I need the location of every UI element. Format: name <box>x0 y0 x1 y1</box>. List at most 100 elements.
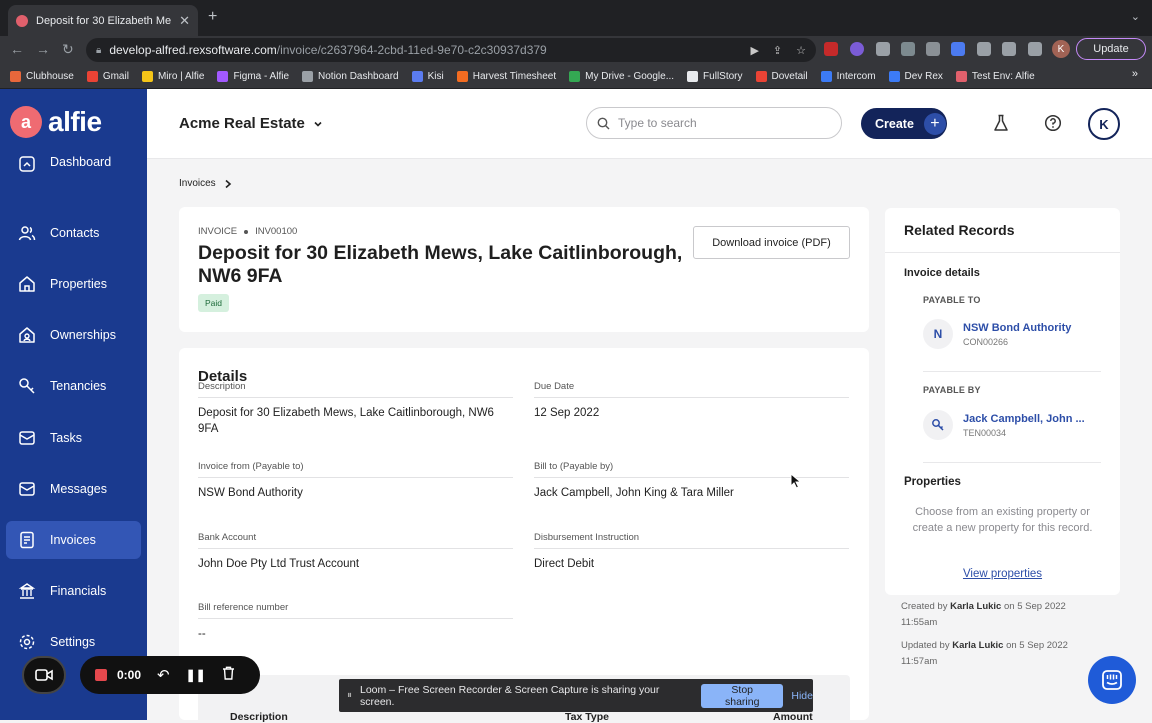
bookmark-item[interactable]: Dev Rex <box>888 70 943 82</box>
updated-by-text: Updated by Karla Lukic on 5 Sep 2022 11:… <box>901 640 1068 667</box>
extension-colorful-icon[interactable] <box>850 42 864 56</box>
sidebar-item-properties[interactable]: Properties <box>6 265 141 303</box>
search-input[interactable] <box>618 116 818 130</box>
sidebar-item-messages[interactable]: Messages <box>6 470 141 508</box>
bookmark-label: Clubhouse <box>26 70 74 82</box>
related-records-card: Related Records Invoice details PAYABLE … <box>885 208 1120 595</box>
bookmark-item[interactable]: Gmail <box>86 70 129 82</box>
screen-share-banner: ⏸︎ Loom – Free Screen Recorder & Screen … <box>339 679 813 712</box>
sidebar-item-dashboard[interactable]: Dashboard <box>6 143 141 181</box>
bookmark-favicon-icon <box>302 70 314 82</box>
payable-to-name[interactable]: NSW Bond Authority <box>963 322 1071 334</box>
bookmark-item[interactable]: FullStory <box>687 70 743 82</box>
new-tab-icon[interactable]: + <box>208 8 217 26</box>
sidebar-item-invoices[interactable]: Invoices <box>6 521 141 559</box>
view-properties-link[interactable]: View properties <box>885 568 1120 580</box>
extension-camera-icon[interactable] <box>876 42 890 56</box>
bookmark-favicon-icon <box>86 70 98 82</box>
camera-icon[interactable]: ▶ <box>750 44 758 57</box>
field-description: Description Deposit for 30 Elizabeth Mew… <box>198 381 513 437</box>
mouse-cursor-icon <box>790 473 802 489</box>
chevron-down-icon <box>314 121 322 127</box>
messages-icon <box>18 480 36 498</box>
sidebar-item-label: Tasks <box>50 431 82 445</box>
stop-sharing-button[interactable]: Stop sharing <box>701 683 784 708</box>
side-panel-icon[interactable] <box>1028 42 1042 56</box>
back-icon[interactable]: ← <box>10 41 24 57</box>
payable-by-record[interactable]: Jack Campbell, John ... TEN00034 <box>923 410 1085 440</box>
bookmark-item[interactable]: My Drive - Google... <box>569 70 675 82</box>
update-button[interactable]: Update <box>1076 38 1146 60</box>
bookmark-star-icon[interactable]: ☆ <box>796 44 806 57</box>
bookmark-favicon-icon <box>411 70 423 82</box>
bookmark-label: Kisi <box>427 70 444 82</box>
related-records-heading: Related Records <box>904 222 1015 238</box>
loom-camera-toggle[interactable] <box>22 656 66 694</box>
plus-icon: + <box>923 112 946 135</box>
download-invoice-button[interactable]: Download invoice (PDF) <box>693 226 850 259</box>
bookmark-item[interactable]: Miro | Alfie <box>141 70 204 82</box>
extensions-icon[interactable] <box>977 42 991 56</box>
trash-icon[interactable] <box>222 666 235 685</box>
bookmark-item[interactable]: Dovetail <box>755 70 808 82</box>
chat-icon <box>1102 670 1122 690</box>
browser-profile-avatar[interactable]: K <box>1052 40 1070 58</box>
stop-recording-icon[interactable] <box>95 669 107 681</box>
extension-badge-icon[interactable] <box>824 42 838 56</box>
field-label: Bill reference number <box>198 602 289 613</box>
breadcrumb-invoices[interactable]: Invoices <box>179 178 216 189</box>
logo-text: alfie <box>48 106 102 137</box>
undo-icon[interactable]: ↶ <box>157 666 170 684</box>
share-icon[interactable]: ⇪ <box>773 44 782 57</box>
payable-by-name[interactable]: Jack Campbell, John ... <box>963 413 1085 425</box>
url-path: /invoice/c2637964-2cbd-11ed-9e70-c2c3093… <box>276 43 547 57</box>
sidebar-item-contacts[interactable]: Contacts <box>6 214 141 252</box>
tasks-icon <box>18 429 36 447</box>
reading-list-icon[interactable] <box>1002 42 1016 56</box>
video-camera-icon <box>35 669 53 681</box>
bookmark-label: Intercom <box>836 70 876 82</box>
field-label: Bill to (Payable by) <box>534 461 614 472</box>
payable-to-record[interactable]: N NSW Bond Authority CON00266 <box>923 319 1071 349</box>
share-notice: Loom – Free Screen Recorder & Screen Cap… <box>360 683 660 708</box>
forward-icon[interactable]: → <box>36 41 50 57</box>
bookmark-item[interactable]: Figma - Alfie <box>217 70 289 82</box>
settings-icon <box>18 633 36 651</box>
agency-switcher[interactable]: Acme Real Estate <box>179 115 323 132</box>
sidebar-item-tenancies[interactable]: Tenancies <box>6 367 141 405</box>
user-avatar[interactable]: K <box>1088 108 1120 140</box>
sidebar-item-ownerships[interactable]: Ownerships <box>6 316 141 354</box>
bookmark-favicon-icon <box>955 70 967 82</box>
extension-copy-icon[interactable] <box>926 42 940 56</box>
browser-tab[interactable]: Deposit for 30 Elizabeth Mews, ✕ <box>8 5 198 36</box>
extension-zoom-icon[interactable] <box>951 42 965 56</box>
hide-banner-link[interactable]: Hide <box>791 690 813 702</box>
close-tab-icon[interactable]: ✕ <box>179 13 190 29</box>
sidebar-item-label: Settings <box>50 635 96 649</box>
bookmark-item[interactable]: Kisi <box>411 70 444 82</box>
address-bar[interactable]: 🔒︎ develop-alfred.rexsoftware.com/invoic… <box>86 38 816 62</box>
alfie-logo[interactable]: a alfie <box>10 106 102 138</box>
help-icon[interactable] <box>1043 113 1063 133</box>
app-header: Acme Real Estate Create + K <box>147 89 1152 159</box>
bookmark-item[interactable]: Notion Dashboard <box>302 70 399 82</box>
properties-empty-text: Choose from an existing property or crea… <box>912 506 1093 534</box>
bookmark-item[interactable]: Clubhouse <box>10 70 74 82</box>
reload-icon[interactable]: ↻ <box>62 41 74 58</box>
extension-puzzle-icon[interactable] <box>901 42 915 56</box>
sidebar-item-tasks[interactable]: Tasks <box>6 419 141 457</box>
sidebar-item-financials[interactable]: Financials <box>6 572 141 610</box>
bookmark-item[interactable]: Intercom <box>820 70 876 82</box>
tab-search-chevron-icon[interactable]: ⌄ <box>1131 10 1140 23</box>
pause-icon[interactable]: ❚❚ <box>186 668 206 682</box>
create-button[interactable]: Create + <box>861 108 947 139</box>
intercom-chat-button[interactable] <box>1088 656 1136 704</box>
bookmark-label: My Drive - Google... <box>585 70 675 82</box>
bookmark-favicon-icon <box>888 70 900 82</box>
bookmark-item[interactable]: Test Env: Alfie <box>955 70 1035 82</box>
search-box[interactable] <box>586 107 842 139</box>
bookmark-item[interactable]: Harvest Timesheet <box>456 70 556 82</box>
flask-icon[interactable] <box>991 113 1011 133</box>
drag-handle-icon[interactable]: ⏸︎ <box>347 690 352 701</box>
more-bookmarks-icon[interactable]: » <box>1132 68 1138 80</box>
